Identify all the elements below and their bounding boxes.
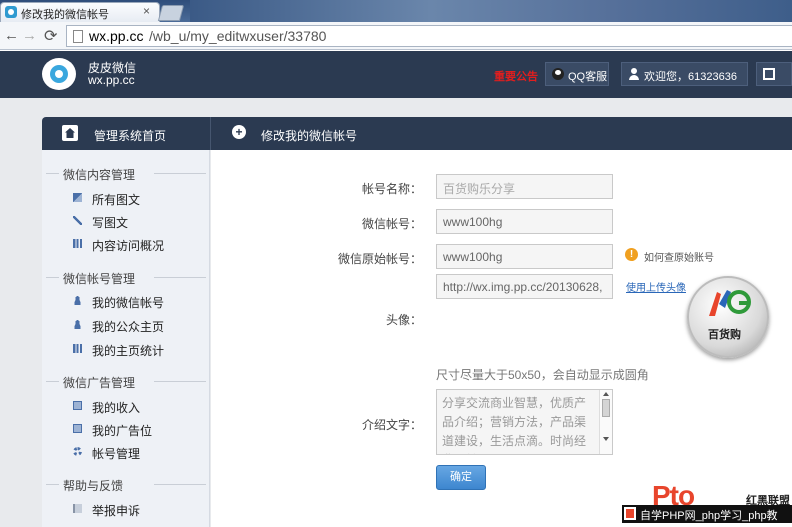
sidebar-group-title: 微信内容管理 (63, 168, 136, 182)
intro-textarea[interactable]: 分享交流商业智慧，优质产品介绍；营销方法，产品渠道建设，生活点滴。时尚经典、健 (436, 389, 613, 455)
sidebar-item-label: 帐号管理 (92, 447, 141, 461)
upload-avatar-link[interactable]: 使用上传头像 (626, 279, 686, 294)
avatar-size-hint: 尺寸尽量大于50x50，会自动显示成圆角 (436, 368, 649, 382)
site-header: 皮皮微信 wx.pp.cc 重要公告 QQ客服 欢迎您，61323636 (0, 51, 792, 98)
sidebar-group-title: 微信帐号管理 (63, 272, 136, 286)
tab-title: 修改我的微信帐号 (21, 9, 109, 21)
sidebar-item-label: 我的主页统计 (92, 344, 165, 358)
url-host: wx.pp.cc (89, 28, 144, 44)
sidebar-item-label: 内容访问概况 (92, 239, 165, 253)
page-icon (73, 30, 83, 43)
logo-domain: wx.pp.cc (88, 73, 135, 87)
coin-icon (73, 401, 82, 410)
new-tab-button[interactable] (157, 5, 185, 21)
qq-service-label: QQ客服 (568, 71, 608, 83)
watermark-text: 自学PHP网_php学习_php教 (640, 510, 778, 522)
sidebar-item-my-ad-slots[interactable]: 我的广告位 (42, 420, 210, 440)
avatar-brand-text: 百货购 (708, 329, 741, 341)
browser-toolbar: ← → ⟳ wx.pp.cc /wb_u/my_editwxuser/33780 (0, 22, 792, 50)
original-id-label: 微信原始帐号： (337, 252, 422, 266)
sidebar-item-public-homepage[interactable]: 我的公众主页 (42, 316, 210, 336)
user-icon (628, 68, 640, 80)
plus-circle-icon: + (232, 125, 246, 139)
sidebar-item-label: 写图文 (92, 216, 129, 230)
site-favicon-icon (5, 6, 17, 18)
sidebar-item-content-stats[interactable]: 内容访问概况 (42, 235, 210, 255)
brand-logo-mark-icon (709, 290, 751, 316)
sidebar-group-title: 微信广告管理 (63, 376, 136, 390)
home-icon[interactable] (62, 125, 78, 141)
wechat-id-field[interactable]: www100hg (436, 209, 613, 234)
pipi-logo-icon[interactable] (42, 58, 76, 90)
back-arrow-icon[interactable]: ← (4, 27, 19, 44)
logout-icon (763, 68, 775, 80)
sidebar-item-label: 所有图文 (92, 193, 141, 207)
wechat-id-label: 微信帐号： (361, 217, 422, 231)
scroll-thumb[interactable] (602, 399, 610, 417)
sidebar-item-label: 我的广告位 (92, 424, 153, 438)
sidebar: 微信内容管理 所有图文 写图文 内容访问概况 微信帐号管理 我的微信帐号 我的公… (42, 150, 210, 527)
logout-button[interactable] (756, 62, 792, 86)
picture-icon (73, 193, 82, 202)
textarea-scrollbar[interactable] (599, 390, 612, 454)
breadcrumb: 管理系统首页 + 修改我的微信帐号 (42, 117, 792, 150)
sidebar-item-label: 我的收入 (92, 401, 141, 415)
sidebar-item-my-wechat-account[interactable]: 我的微信帐号 (42, 292, 210, 312)
sidebar-item-all-articles[interactable]: 所有图文 (42, 189, 210, 209)
scroll-down-arrow-icon[interactable] (603, 437, 609, 441)
watermark-strip: 自学PHP网_php学习_php教 (622, 505, 792, 523)
sidebar-item-account-management[interactable]: 帐号管理 (42, 443, 210, 463)
document-icon (73, 424, 82, 433)
avatar-label: 头像： (385, 313, 422, 327)
sidebar-item-label: 举报申诉 (92, 504, 141, 518)
pen-icon (73, 216, 82, 225)
window-titlebar-background (190, 0, 792, 22)
flag-icon (73, 504, 82, 513)
sidebar-item-my-income[interactable]: 我的收入 (42, 397, 210, 417)
bar-chart-icon (73, 239, 82, 248)
browser-tabbar: 修改我的微信帐号 × (0, 0, 792, 22)
breadcrumb-divider (210, 117, 211, 150)
qq-service-button[interactable]: QQ客服 (545, 62, 609, 86)
browser-tab-active[interactable]: 修改我的微信帐号 × (0, 2, 160, 22)
url-input[interactable]: wx.pp.cc /wb_u/my_editwxuser/33780 (66, 25, 792, 47)
sidebar-group-title: 帮助与反馈 (63, 479, 124, 493)
avatar: 百货购 (687, 276, 769, 358)
original-id-field[interactable]: www100hg (436, 244, 613, 269)
account-name-label: 帐号名称： (361, 182, 422, 196)
sidebar-item-homepage-stats[interactable]: 我的主页统计 (42, 340, 210, 360)
scroll-up-arrow-icon[interactable] (603, 392, 609, 396)
important-notice-link[interactable]: 重要公告 (494, 68, 538, 84)
breadcrumb-home-link[interactable]: 管理系统首页 (94, 127, 166, 144)
users-icon (73, 296, 82, 305)
bar-chart-icon (73, 344, 82, 353)
watermark-p-icon (624, 507, 636, 520)
users-icon (73, 320, 82, 329)
how-to-find-original-id-link[interactable]: 如何查原始账号 (644, 249, 714, 264)
user-welcome-button[interactable]: 欢迎您，61323636 (621, 62, 748, 86)
close-tab-icon[interactable]: × (143, 4, 150, 18)
reload-icon[interactable]: ⟳ (44, 26, 57, 46)
info-warning-icon: ! (625, 248, 638, 261)
page-title: 修改我的微信帐号 (261, 129, 358, 143)
intro-label: 介绍文字： (361, 418, 422, 432)
sidebar-item-label: 我的公众主页 (92, 320, 165, 334)
url-path: /wb_u/my_editwxuser/33780 (149, 28, 327, 44)
account-name-field[interactable]: 百货购乐分享 (436, 174, 613, 199)
qq-icon (552, 68, 564, 80)
gear-icon (73, 447, 82, 456)
avatar-url-field[interactable]: http://wx.img.pp.cc/20130628, (436, 274, 613, 299)
sidebar-item-report[interactable]: 举报申诉 (42, 500, 210, 520)
sidebar-item-label: 我的微信帐号 (92, 296, 165, 310)
sidebar-item-write-article[interactable]: 写图文 (42, 212, 210, 232)
welcome-label: 欢迎您，61323636 (644, 71, 737, 83)
forward-arrow-icon[interactable]: → (22, 27, 37, 44)
submit-button[interactable]: 确定 (436, 465, 486, 490)
